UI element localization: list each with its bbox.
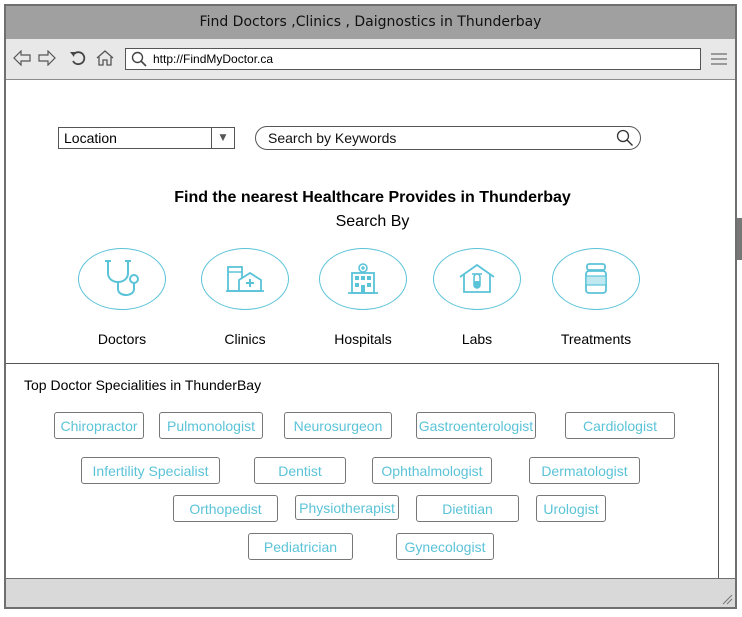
hamburger-menu-icon[interactable]	[711, 52, 727, 66]
page-heading: Find the nearest Healthcare Provides in …	[174, 189, 571, 206]
speciality-tag-infertility-specialist[interactable]: Infertility Specialist	[81, 457, 220, 484]
category-circle[interactable]	[433, 248, 521, 310]
category-doctors[interactable]: Doctors	[77, 248, 167, 347]
search-icon	[131, 51, 147, 67]
speciality-tag-orthopedist[interactable]: Orthopedist	[173, 495, 278, 522]
status-bar	[6, 578, 735, 607]
pill-bottle-icon	[585, 263, 607, 294]
category-circle[interactable]	[201, 248, 289, 310]
window-title: Find Doctors ,Clinics , Daignostics in T…	[6, 6, 735, 40]
search-icon[interactable]	[616, 129, 634, 147]
address-url: http://FindMyDoctor.ca	[153, 52, 274, 66]
speciality-tag-neurosurgeon[interactable]: Neurosurgeon	[284, 412, 392, 439]
clinic-icon	[226, 266, 264, 292]
forward-arrow-icon[interactable]	[36, 47, 58, 69]
category-label: Doctors	[97, 331, 147, 347]
speciality-tag-pediatrician[interactable]: Pediatrician	[248, 533, 353, 560]
speciality-tag-pulmonologist[interactable]: Pulmonologist	[159, 412, 263, 439]
category-circle[interactable]	[319, 248, 407, 310]
search-by-label: Search By	[335, 213, 410, 230]
location-value: Location	[64, 130, 117, 146]
category-treatments[interactable]: Treatments	[551, 248, 641, 347]
specialities-title: Top Doctor Specialities in ThunderBay	[24, 377, 262, 393]
specialities-panel: Top Doctor Specialities in ThunderBay Ch…	[6, 363, 719, 579]
browser-window: Find Doctors ,Clinics , Daignostics in T…	[4, 4, 737, 609]
lab-icon	[459, 263, 495, 293]
speciality-tag-gastroenterologist[interactable]: Gastroenterologist	[416, 412, 536, 439]
category-clinics[interactable]: Clinics	[200, 248, 290, 347]
speciality-tag-physiotherapist[interactable]: Physiotherapist	[295, 495, 399, 520]
category-hospitals[interactable]: Hospitals	[318, 248, 408, 347]
resize-grip-icon[interactable]	[721, 593, 733, 605]
category-labs[interactable]: Labs	[432, 248, 522, 347]
hospital-icon	[348, 263, 378, 294]
page-content: Location ▼ Search by Keywords Find the n…	[6, 80, 735, 579]
category-label: Hospitals	[334, 331, 392, 347]
stethoscope-icon	[105, 260, 139, 296]
chevron-down-icon[interactable]: ▼	[211, 128, 234, 148]
speciality-tag-cardiologist[interactable]: Cardiologist	[565, 412, 675, 439]
back-arrow-icon[interactable]	[11, 47, 33, 69]
category-circle[interactable]	[78, 248, 166, 310]
address-bar[interactable]: http://FindMyDoctor.ca	[125, 48, 701, 70]
category-circle[interactable]	[552, 248, 640, 310]
scrollbar-thumb[interactable]	[737, 218, 742, 260]
speciality-tag-chiropractor[interactable]: Chiropractor	[54, 412, 144, 439]
category-label: Labs	[461, 331, 493, 347]
category-label: Treatments	[560, 331, 632, 347]
location-dropdown[interactable]: Location ▼	[58, 127, 235, 149]
keyword-search-input[interactable]: Search by Keywords	[255, 126, 641, 150]
speciality-tag-gynecologist[interactable]: Gynecologist	[396, 533, 494, 560]
speciality-tag-dermatologist[interactable]: Dermatologist	[529, 457, 640, 484]
refresh-icon[interactable]	[67, 47, 89, 69]
speciality-tag-urologist[interactable]: Urologist	[536, 495, 606, 522]
browser-toolbar: http://FindMyDoctor.ca	[6, 39, 735, 80]
speciality-tag-dietitian[interactable]: Dietitian	[416, 495, 519, 522]
speciality-tag-ophthalmologist[interactable]: Ophthalmologist	[372, 457, 492, 484]
speciality-tag-dentist[interactable]: Dentist	[254, 457, 346, 484]
category-label: Clinics	[224, 331, 266, 347]
search-placeholder: Search by Keywords	[268, 130, 397, 146]
home-icon[interactable]	[94, 47, 116, 69]
